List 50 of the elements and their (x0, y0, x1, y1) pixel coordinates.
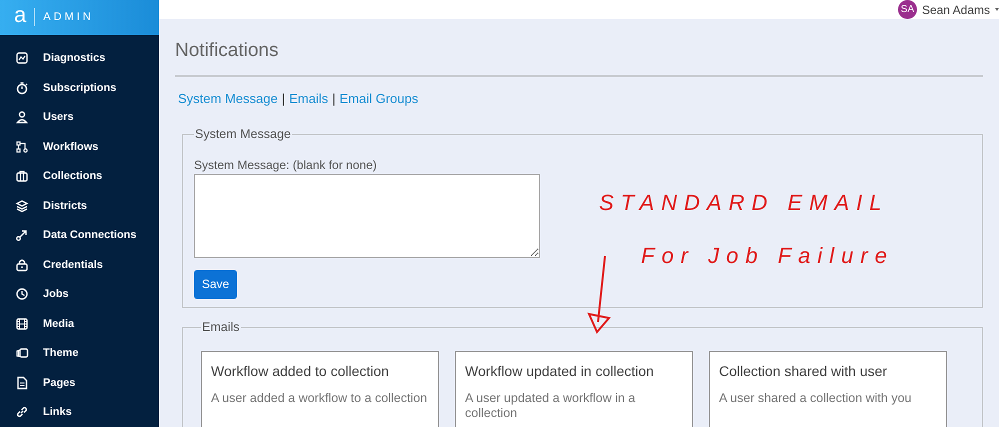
logo-letter: a (14, 4, 26, 30)
arrow-icon (15, 228, 29, 242)
sidebar-item[interactable]: Workflows (0, 132, 159, 162)
sidebar-item[interactable]: Collections (0, 162, 159, 191)
panel-legend: Emails (201, 318, 241, 336)
card-description: A user shared a collection with you (719, 390, 912, 406)
sidebar-item[interactable]: Theme (0, 338, 159, 368)
sidebar-item[interactable]: Media (0, 309, 159, 338)
card-title: Workflow updated in collection (465, 362, 655, 381)
avatar[interactable]: SA (898, 0, 917, 19)
flow-icon (15, 140, 29, 154)
layers-icon (15, 198, 29, 213)
link-separator: | (332, 90, 336, 108)
sidebar-item[interactable]: Diagnostics (0, 44, 159, 73)
caret-icon[interactable] (995, 6, 999, 12)
sidebar-item[interactable]: Pages (0, 368, 159, 398)
document-icon (15, 376, 29, 390)
handwritten-note: For Job Failure (640, 242, 894, 270)
user-name[interactable]: Sean Adams (922, 0, 990, 18)
clock-icon (15, 287, 29, 302)
email-card[interactable]: Workflow updated in collection A user updated a workflow in a collection (455, 350, 693, 427)
save-button[interactable]: Save (194, 270, 237, 299)
sidebar-item[interactable]: Jobs (0, 280, 159, 309)
sidebar-item[interactable]: Subscriptions (0, 73, 159, 102)
sidebar-item[interactable]: Links (0, 398, 159, 427)
email-card[interactable]: Collection shared with user A user shared a collection with you (709, 350, 947, 427)
handwritten-note: STANDARD EMAIL (599, 189, 890, 217)
email-card[interactable]: Workflow added to collection A user added a workflow to a collection (201, 350, 439, 427)
lock-icon (15, 258, 29, 272)
sidebar-item[interactable]: Data Connections (0, 220, 159, 250)
logo-text: ADMIN (43, 10, 94, 25)
person-icon (15, 110, 29, 124)
link-separator: | (282, 90, 286, 108)
sidebar-item[interactable]: Credentials (0, 250, 159, 280)
film-icon (15, 316, 29, 331)
link-icon (15, 405, 29, 420)
system-message-field[interactable] (194, 174, 540, 258)
panel-legend: System Message (194, 125, 292, 144)
sidebar-item[interactable]: Users (0, 102, 159, 132)
field-label: System Message: (blank for none) (194, 156, 378, 174)
briefcase-icon (15, 169, 29, 184)
card-description: A user updated a workflow in a collection (465, 390, 636, 420)
panels-icon (15, 346, 29, 360)
card-description: A user added a workflow to a collection (211, 390, 428, 406)
page-title: Notifications (175, 37, 983, 76)
stopwatch-icon (15, 80, 29, 95)
sidebar-item[interactable]: Districts (0, 191, 159, 220)
card-title: Collection shared with user (719, 362, 888, 380)
card-title: Workflow added to collection (211, 362, 390, 380)
chart-icon (15, 51, 29, 66)
